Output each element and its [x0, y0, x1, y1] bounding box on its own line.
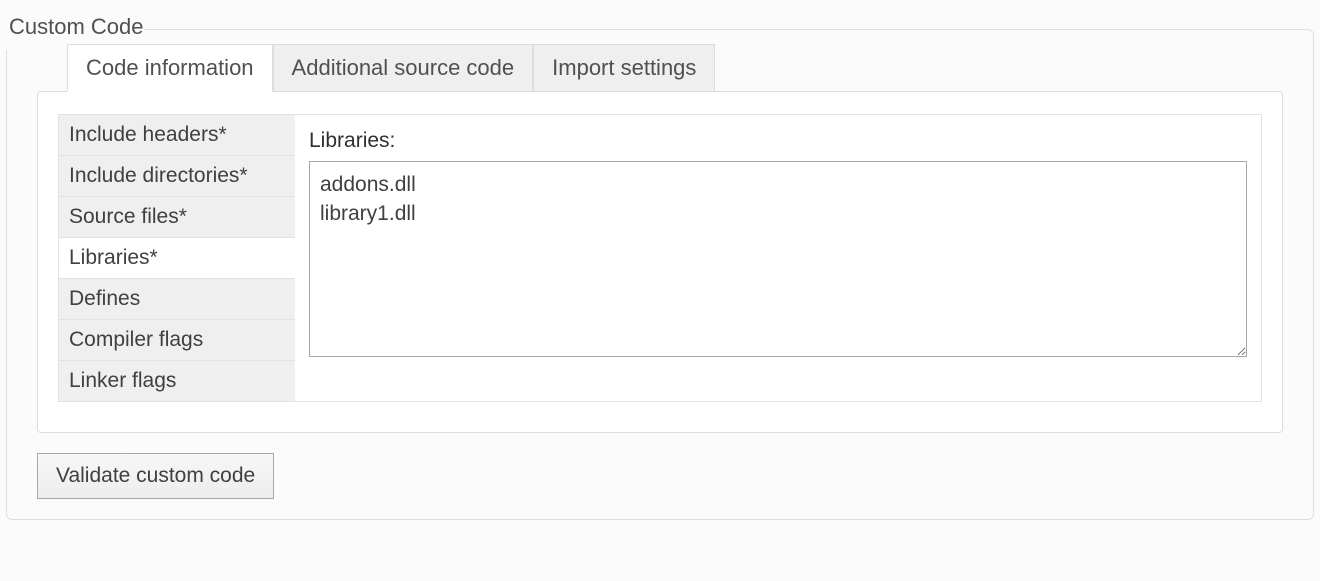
code-information-content: Include headers* Include directories* So… [37, 91, 1283, 433]
side-tab-compiler-flags[interactable]: Compiler flags [58, 320, 296, 361]
custom-code-panel: Custom Code Code information Additional … [6, 8, 1314, 520]
libraries-textarea[interactable] [309, 161, 1247, 357]
validate-row: Validate custom code [37, 453, 1313, 499]
validate-custom-code-button[interactable]: Validate custom code [37, 453, 274, 499]
tab-import-settings[interactable]: Import settings [533, 44, 715, 92]
side-tab-linker-flags[interactable]: Linker flags [58, 361, 296, 402]
libraries-label: Libraries: [309, 129, 1247, 153]
detail-pane: Libraries: [295, 114, 1262, 402]
tab-label: Code information [86, 55, 254, 80]
side-tab-label: Defines [69, 287, 140, 310]
side-tab-list: Include headers* Include directories* So… [58, 114, 296, 402]
side-tab-label: Libraries* [69, 246, 158, 269]
side-tab-label: Include headers* [69, 123, 227, 146]
side-tab-label: Source files* [69, 205, 187, 228]
side-tab-libraries[interactable]: Libraries* [58, 238, 296, 279]
tab-code-information[interactable]: Code information [67, 44, 273, 92]
side-tab-include-headers[interactable]: Include headers* [58, 114, 296, 156]
tab-label: Additional source code [292, 55, 515, 80]
side-tab-label: Compiler flags [69, 328, 203, 351]
tab-additional-source-code[interactable]: Additional source code [273, 44, 534, 92]
side-tab-source-files[interactable]: Source files* [58, 197, 296, 238]
side-tab-include-directories[interactable]: Include directories* [58, 156, 296, 197]
tab-label: Import settings [552, 55, 696, 80]
side-tab-label: Linker flags [69, 369, 176, 392]
side-tab-defines[interactable]: Defines [58, 279, 296, 320]
side-tab-label: Include directories* [69, 164, 248, 187]
top-tab-bar: Code information Additional source code … [67, 44, 1313, 92]
